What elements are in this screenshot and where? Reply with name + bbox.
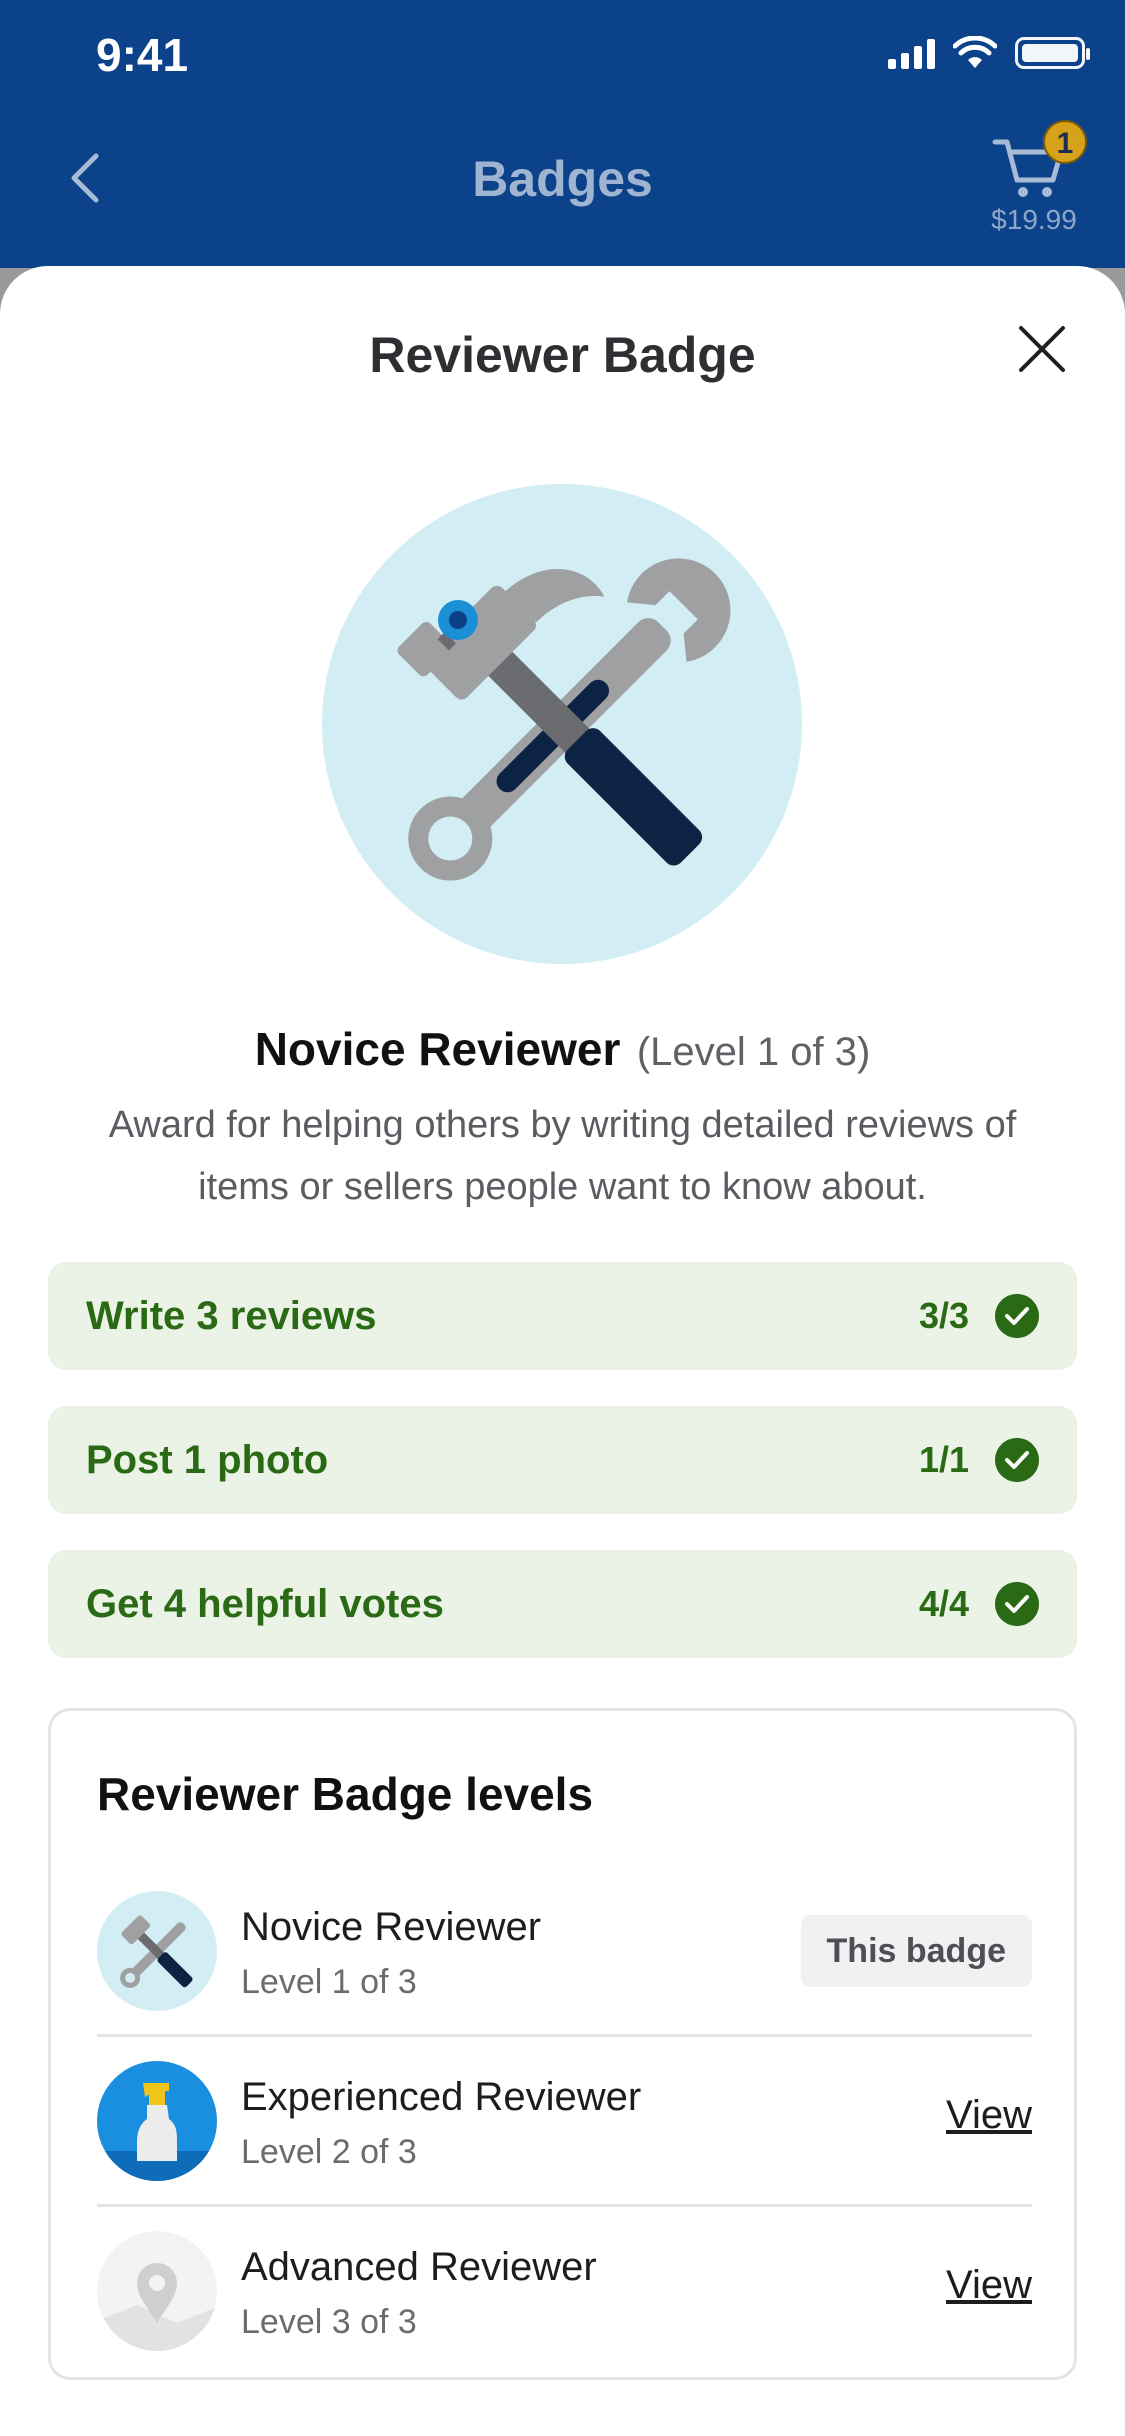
top-bar: 9:41 Badges 1 $19.99 (0, 0, 1125, 268)
experienced-badge-thumbnail (97, 2061, 217, 2181)
badge-levels-card: Reviewer Badge levels Novice Reviewer Le… (48, 1708, 1077, 2380)
this-badge-tag: This badge (800, 1915, 1032, 1987)
hammer-wrench-icon (120, 1915, 193, 1988)
spray-bottle-icon (97, 2083, 217, 2181)
map-pin-icon (97, 2263, 217, 2351)
wifi-icon (953, 36, 997, 68)
view-experienced-link[interactable]: View (946, 2093, 1032, 2138)
hammer-wrench-icon (397, 558, 731, 881)
level-name: Novice Reviewer (241, 1905, 542, 1949)
sheet-title: Reviewer Badge (369, 327, 756, 383)
level-subtitle: Level 1 of 3 (241, 1963, 417, 2001)
checkmark-icon (995, 1438, 1039, 1482)
level-row-experienced: Experienced Reviewer Level 2 of 3 View (97, 2037, 1032, 2207)
task-row: Write 3 reviews 3/3 (48, 1262, 1077, 1370)
task-count: 4/4 (918, 1583, 969, 1624)
badge-level: (Level 1 of 3) (636, 1030, 871, 1074)
badge-name-line: Novice Reviewer (Level 1 of 3) (0, 1022, 1125, 1076)
status-time: 9:41 (96, 29, 189, 81)
level-subtitle: Level 3 of 3 (241, 2303, 417, 2341)
cart-count-badge: 1 (1043, 120, 1087, 164)
task-label: Write 3 reviews (86, 1294, 377, 1338)
cart-price: $19.99 (991, 204, 1077, 235)
status-icons (888, 36, 1090, 70)
novice-badge-thumbnail (97, 1891, 217, 2011)
level-row-novice: Novice Reviewer Level 1 of 3 This badge (97, 1867, 1032, 2037)
badge-detail-sheet: Reviewer Badge Novice Reviewer (Level 1 … (0, 266, 1125, 2436)
battery-icon (1015, 37, 1090, 69)
nav-title: Badges (472, 151, 653, 207)
task-row: Post 1 photo 1/1 (48, 1406, 1077, 1514)
level-row-advanced: Advanced Reviewer Level 3 of 3 View (97, 2207, 1032, 2357)
view-advanced-link[interactable]: View (946, 2263, 1032, 2308)
badge-description: Award for helping others by writing deta… (108, 1104, 1017, 1208)
levels-title: Reviewer Badge levels (97, 1768, 594, 1820)
cart-button[interactable]: 1 $19.99 (979, 118, 1089, 238)
close-icon[interactable] (1015, 322, 1069, 376)
task-label: Post 1 photo (86, 1438, 329, 1482)
task-label: Get 4 helpful votes (86, 1582, 444, 1626)
level-subtitle: Level 2 of 3 (241, 2133, 417, 2171)
badge-hero-image (322, 484, 802, 964)
task-row: Get 4 helpful votes 4/4 (48, 1550, 1077, 1658)
task-count: 1/1 (918, 1439, 969, 1480)
checkmark-icon (995, 1294, 1039, 1338)
checkmark-icon (995, 1582, 1039, 1626)
cellular-signal-icon (888, 37, 935, 69)
task-count: 3/3 (918, 1295, 969, 1336)
badge-name: Novice Reviewer (254, 1023, 621, 1075)
level-name: Experienced Reviewer (241, 2075, 642, 2119)
advanced-badge-thumbnail (97, 2231, 217, 2351)
level-name: Advanced Reviewer (241, 2245, 597, 2289)
